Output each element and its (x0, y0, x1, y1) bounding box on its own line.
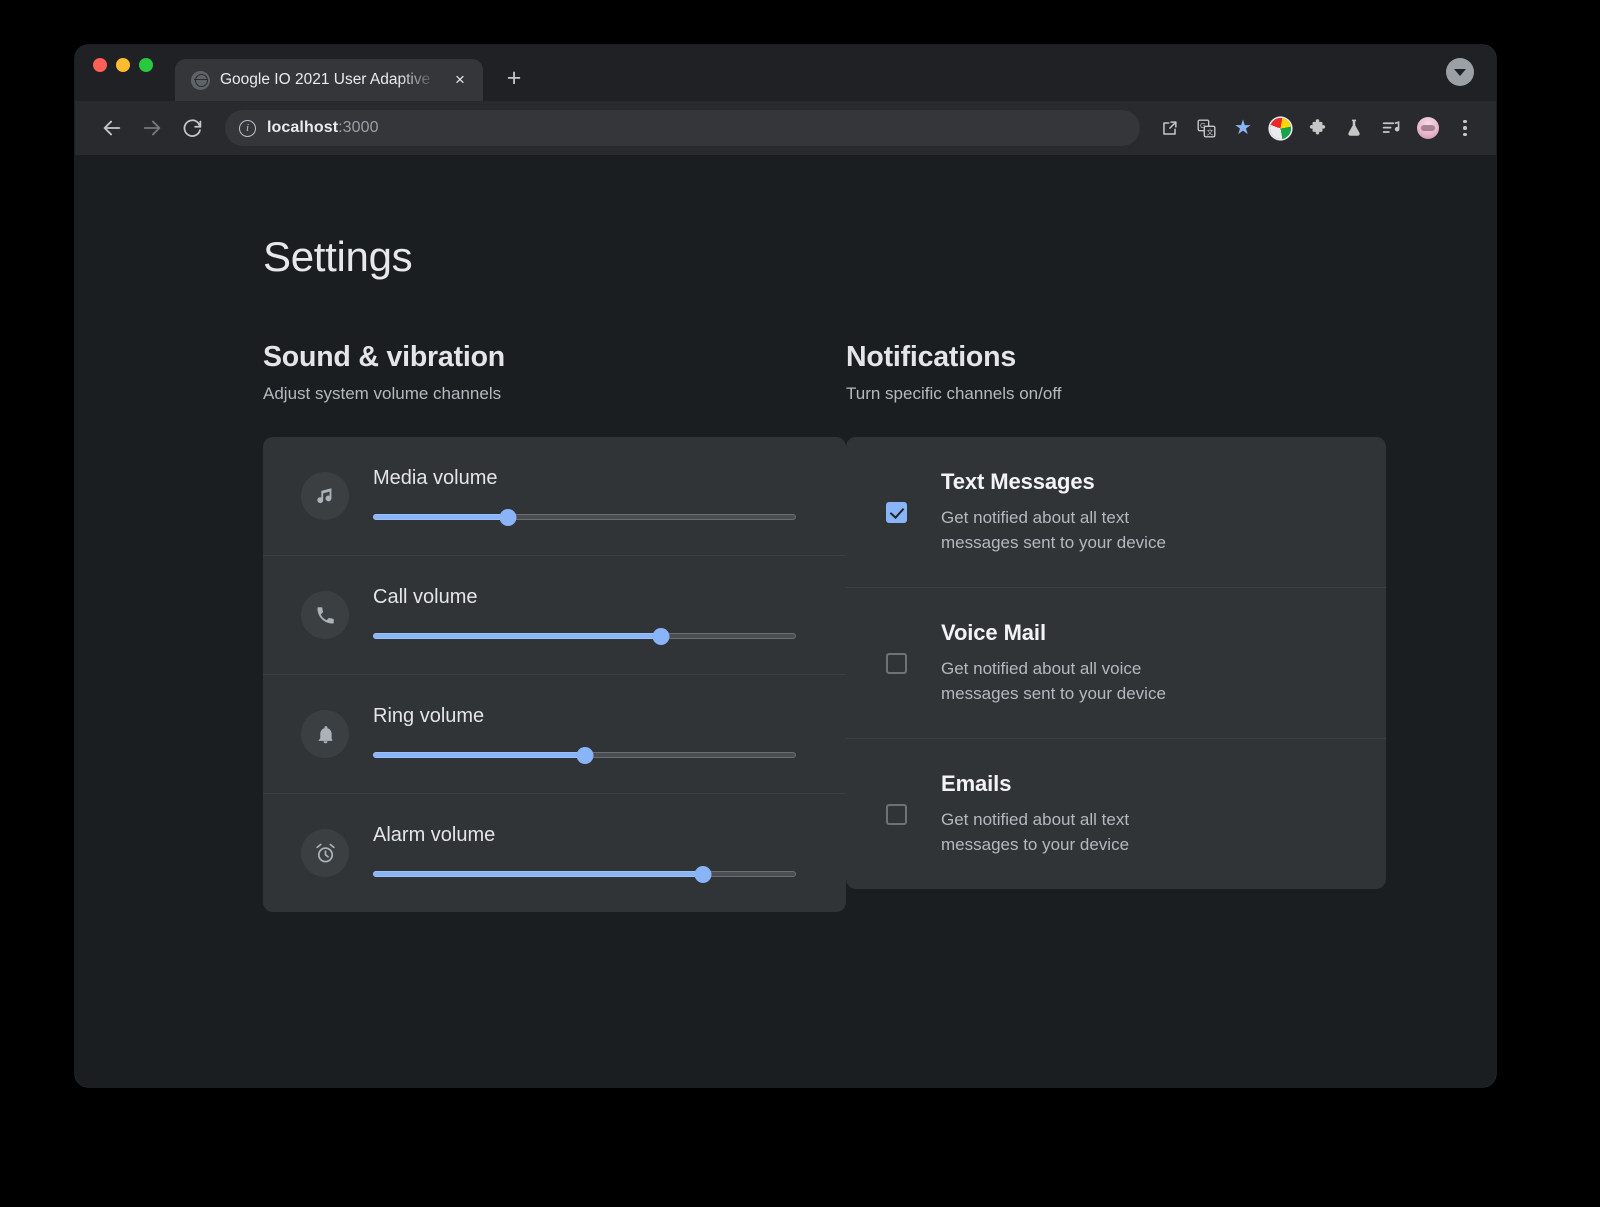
checkbox-emails[interactable] (886, 804, 907, 825)
volume-body-alarm: Alarm volume (373, 824, 796, 882)
browser-tab[interactable]: Google IO 2021 User Adaptive × (175, 59, 483, 101)
site-info-icon[interactable]: i (239, 120, 256, 137)
globe-icon (191, 71, 210, 90)
notification-title: Emails (941, 771, 1346, 797)
chevron-down-icon (1454, 69, 1466, 76)
slider-fill (373, 633, 661, 639)
media-volume-slider[interactable] (373, 509, 796, 525)
tab-strip: Google IO 2021 User Adaptive × + (75, 45, 1496, 101)
volume-label: Media volume (373, 467, 796, 490)
slider-thumb[interactable] (652, 628, 669, 645)
svg-text:文: 文 (1206, 127, 1213, 136)
url-port: :3000 (338, 119, 379, 136)
tab-search-icon[interactable] (1446, 58, 1474, 86)
volume-row-ring: Ring volume (263, 675, 846, 794)
notification-description: Get notified about all text messages to … (941, 807, 1201, 857)
slider-fill (373, 752, 585, 758)
notifications-section: Notifications Turn specific channels on/… (846, 341, 1386, 912)
three-dot-menu-icon[interactable] (1448, 111, 1482, 145)
page-title: Settings (263, 233, 1496, 281)
toolbar-icons: G文 ★ (1152, 111, 1482, 145)
slider-thumb[interactable] (500, 509, 517, 526)
lab-flask-icon[interactable] (1337, 111, 1371, 145)
notification-row-text-messages[interactable]: Text Messages Get notified about all tex… (846, 437, 1386, 588)
address-bar[interactable]: i localhost:3000 (225, 110, 1140, 146)
notification-title: Voice Mail (941, 620, 1346, 646)
checkbox-voice-mail[interactable] (886, 653, 907, 674)
notifications-heading: Notifications (846, 341, 1386, 374)
notification-row-voice-mail[interactable]: Voice Mail Get notified about all voice … (846, 588, 1386, 739)
svg-text:G: G (1200, 121, 1206, 130)
notifications-subheading: Turn specific channels on/off (846, 384, 1386, 404)
notifications-card: Text Messages Get notified about all tex… (846, 437, 1386, 889)
reload-icon[interactable] (173, 109, 211, 147)
notification-body: Text Messages Get notified about all tex… (941, 469, 1346, 555)
slider-fill (373, 871, 703, 877)
volume-body-call: Call volume (373, 586, 796, 644)
checkbox-text-messages[interactable] (886, 502, 907, 523)
notification-body: Emails Get notified about all text messa… (941, 771, 1346, 857)
window-traffic-lights (93, 45, 175, 101)
url-host: localhost (267, 119, 338, 136)
maximize-window-button[interactable] (139, 58, 153, 72)
tab-title: Google IO 2021 User Adaptive (220, 71, 439, 89)
volume-body-ring: Ring volume (373, 705, 796, 763)
bell-icon (301, 710, 349, 758)
volume-card: Media volume Ca (263, 437, 846, 912)
browser-window: Google IO 2021 User Adaptive × + i local… (75, 45, 1496, 1087)
phone-icon (301, 591, 349, 639)
volume-row-call: Call volume (263, 556, 846, 675)
volume-label: Alarm volume (373, 824, 796, 847)
url-text: localhost:3000 (267, 119, 379, 137)
back-arrow-icon[interactable] (93, 109, 131, 147)
page-content: Settings Sound & vibration Adjust system… (75, 155, 1496, 1087)
extensions-puzzle-icon[interactable] (1300, 111, 1334, 145)
notification-description: Get notified about all voice messages se… (941, 656, 1201, 706)
sound-heading: Sound & vibration (263, 341, 846, 374)
close-icon[interactable]: × (449, 69, 471, 91)
sound-section: Sound & vibration Adjust system volume c… (263, 341, 846, 912)
volume-body-media: Media volume (373, 467, 796, 525)
slider-fill (373, 514, 508, 520)
alarm-volume-slider[interactable] (373, 866, 796, 882)
music-note-icon (301, 472, 349, 520)
profile-avatar-icon[interactable] (1411, 111, 1445, 145)
share-icon[interactable] (1152, 111, 1186, 145)
translate-icon[interactable]: G文 (1189, 111, 1223, 145)
ring-volume-slider[interactable] (373, 747, 796, 763)
media-playlist-icon[interactable] (1374, 111, 1408, 145)
slider-thumb[interactable] (576, 747, 593, 764)
sound-subheading: Adjust system volume channels (263, 384, 846, 404)
color-picker-extension-icon[interactable] (1263, 111, 1297, 145)
notification-description: Get notified about all text messages sen… (941, 505, 1201, 555)
volume-label: Call volume (373, 586, 796, 609)
volume-row-alarm: Alarm volume (263, 794, 846, 912)
notification-row-emails[interactable]: Emails Get notified about all text messa… (846, 739, 1386, 889)
settings-columns: Sound & vibration Adjust system volume c… (263, 341, 1496, 912)
slider-thumb[interactable] (694, 866, 711, 883)
close-window-button[interactable] (93, 58, 107, 72)
forward-arrow-icon[interactable] (133, 109, 171, 147)
browser-toolbar: i localhost:3000 G文 ★ (75, 101, 1496, 155)
volume-label: Ring volume (373, 705, 796, 728)
notification-title: Text Messages (941, 469, 1346, 495)
bookmark-star-icon[interactable]: ★ (1226, 111, 1260, 145)
volume-row-media: Media volume (263, 437, 846, 556)
minimize-window-button[interactable] (116, 58, 130, 72)
call-volume-slider[interactable] (373, 628, 796, 644)
notification-body: Voice Mail Get notified about all voice … (941, 620, 1346, 706)
alarm-clock-icon (301, 829, 349, 877)
new-tab-button[interactable]: + (497, 63, 531, 97)
